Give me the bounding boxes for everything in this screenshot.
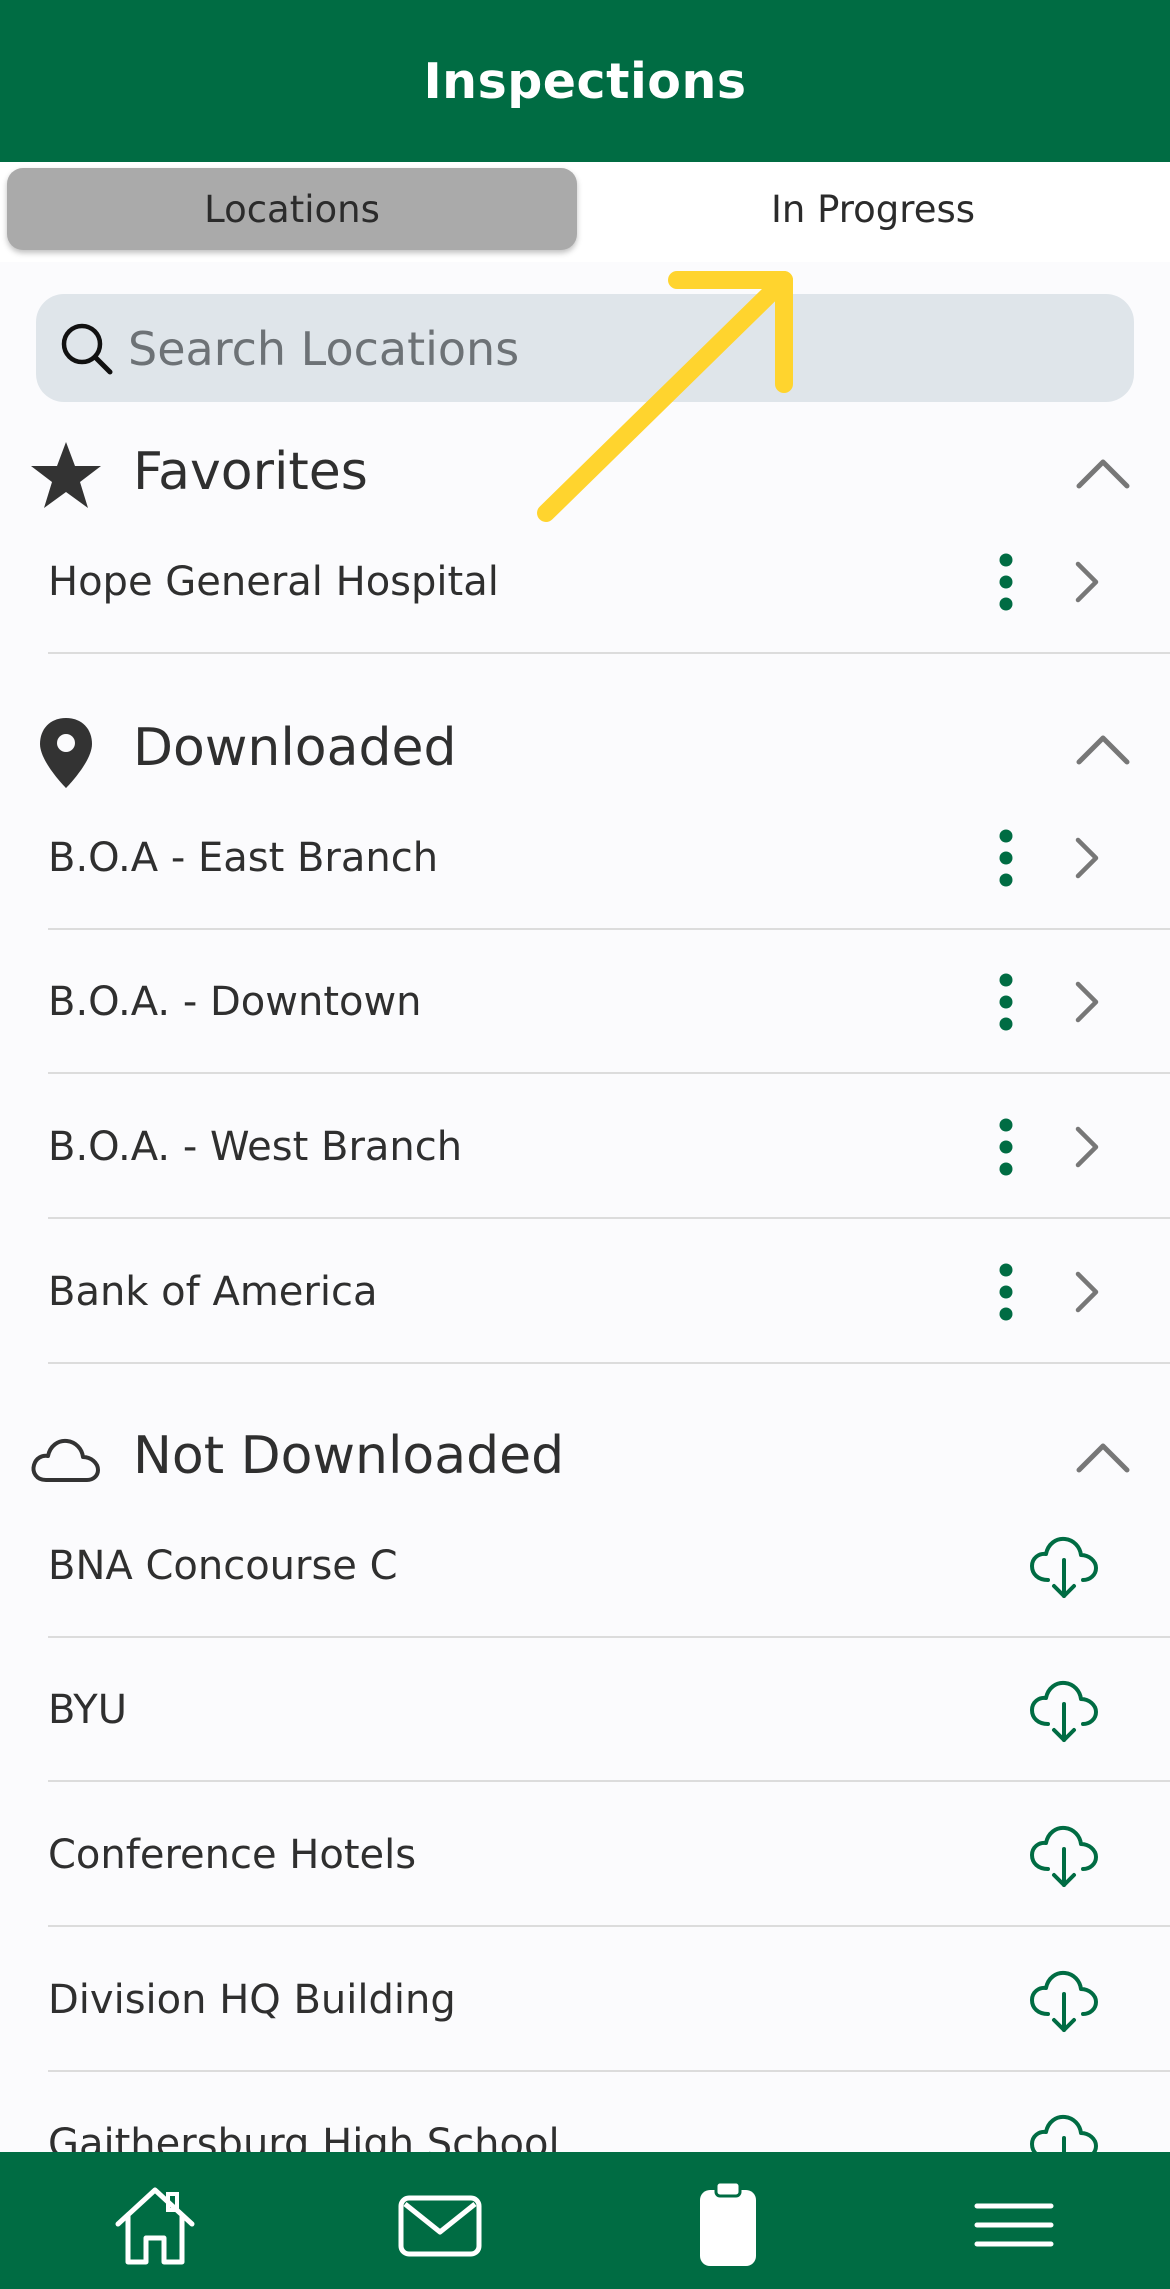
chevron-right-icon[interactable] [1072, 560, 1102, 604]
chevron-right-icon[interactable] [1072, 1270, 1102, 1314]
cloud-icon [31, 1438, 100, 1482]
list-item-label: Conference Hotels [48, 1832, 417, 1878]
list-item-label: B.O.A - East Branch [48, 835, 439, 881]
more-options-icon[interactable] [988, 552, 1024, 612]
list-item-label: BNA Concourse C [48, 1543, 398, 1589]
list-item[interactable]: Division HQ Building [48, 1928, 1170, 2072]
mail-icon[interactable] [395, 2180, 485, 2270]
search-bar[interactable] [36, 294, 1134, 404]
section-header-not-downloaded[interactable]: Not Downloaded [0, 1412, 1170, 1502]
tab-in-progress[interactable]: In Progress [588, 168, 1158, 250]
list-item[interactable]: B.O.A - East Branch [48, 786, 1170, 930]
bottom-tab-bar [0, 2152, 1170, 2289]
map-pin-icon [40, 718, 92, 788]
section-title-downloaded: Downloaded [133, 718, 457, 778]
list-item-label: B.O.A. - Downtown [48, 979, 422, 1025]
list-item[interactable]: BNA Concourse C [48, 1494, 1170, 1638]
tab-locations[interactable]: Locations [7, 168, 577, 250]
cloud-download-icon[interactable] [1024, 1674, 1104, 1746]
chevron-up-icon[interactable] [1075, 1440, 1131, 1476]
list-item[interactable]: Conference Hotels [48, 1783, 1170, 1927]
more-options-icon[interactable] [988, 972, 1024, 1032]
cloud-download-icon[interactable] [1024, 1819, 1104, 1891]
segmented-control: Locations In Progress [0, 162, 1170, 262]
list-item-label: Bank of America [48, 1269, 378, 1315]
section-title-favorites: Favorites [133, 442, 368, 502]
chevron-right-icon[interactable] [1072, 1125, 1102, 1169]
list-item-label: Hope General Hospital [48, 559, 499, 605]
chevron-up-icon[interactable] [1075, 732, 1131, 768]
more-options-icon[interactable] [988, 1262, 1024, 1322]
list-item[interactable]: B.O.A. - Downtown [48, 930, 1170, 1074]
chevron-right-icon[interactable] [1072, 836, 1102, 880]
list-item[interactable]: Hope General Hospital [48, 510, 1170, 654]
more-options-icon[interactable] [988, 828, 1024, 888]
chevron-up-icon[interactable] [1075, 456, 1131, 492]
section-title-not-downloaded: Not Downloaded [133, 1426, 565, 1486]
list-item-label: Division HQ Building [48, 1977, 456, 2023]
chevron-right-icon[interactable] [1072, 980, 1102, 1024]
section-header-downloaded[interactable]: Downloaded [0, 704, 1170, 794]
clipboard-icon[interactable] [683, 2180, 773, 2270]
home-icon[interactable] [110, 2180, 200, 2270]
list-item-label: B.O.A. - West Branch [48, 1124, 463, 1170]
list-item[interactable]: BYU [48, 1638, 1170, 1782]
search-input[interactable] [126, 294, 1110, 404]
app-header: Inspections [0, 0, 1170, 162]
cloud-download-icon[interactable] [1024, 1964, 1104, 2036]
section-header-favorites[interactable]: Favorites [0, 428, 1170, 518]
star-icon [31, 442, 101, 508]
menu-icon[interactable] [969, 2180, 1059, 2270]
page-title: Inspections [423, 52, 747, 110]
cloud-download-icon[interactable] [1024, 1530, 1104, 1602]
search-icon [61, 323, 113, 375]
list-item[interactable]: Bank of America [48, 1220, 1170, 1364]
list-item-label: BYU [48, 1687, 127, 1733]
list-item[interactable]: B.O.A. - West Branch [48, 1075, 1170, 1219]
more-options-icon[interactable] [988, 1117, 1024, 1177]
